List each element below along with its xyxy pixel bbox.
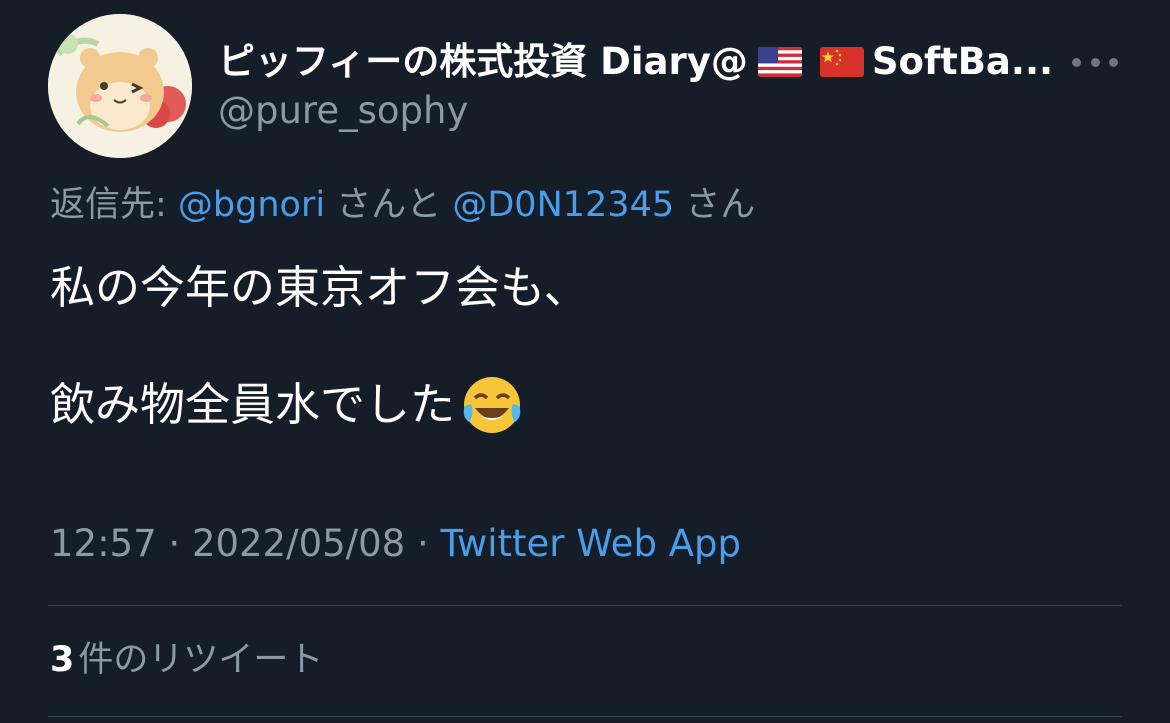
hamster-avatar-icon: [48, 14, 192, 158]
dot: [1072, 57, 1081, 67]
retweet-label: 件のリツイート: [78, 640, 324, 680]
retweet-count: 3: [50, 640, 75, 680]
display-name[interactable]: ピッフィーの株式投資 Diary@ SoftBa...: [218, 36, 1058, 88]
reply-user-link-d0n12345[interactable]: @D0N12345: [452, 185, 674, 225]
meta-separator: ·: [156, 522, 192, 565]
divider: [48, 605, 1122, 606]
china-flag-icon: [819, 47, 864, 77]
more-options-icon[interactable]: [1072, 48, 1118, 76]
reply-suffix: さん: [674, 185, 756, 225]
user-handle[interactable]: @pure_sophy: [218, 88, 468, 134]
display-name-suffix: SoftBa...: [871, 40, 1054, 83]
face-with-tears-of-joy-icon: [459, 372, 525, 438]
tweet-detail: ピッフィーの株式投資 Diary@ SoftBa... @pure_sophy …: [0, 0, 1170, 723]
us-flag-icon: [757, 47, 802, 77]
divider: [48, 716, 1122, 717]
tweet-time[interactable]: 12:57: [50, 522, 157, 565]
tweet-date[interactable]: 2022/05/08: [192, 522, 405, 565]
reply-prefix: 返信先:: [50, 185, 178, 225]
display-name-text: ピッフィーの株式投資 Diary@: [218, 40, 748, 83]
tweet-text-line-1: 私の今年の東京オフ会も、: [50, 261, 589, 314]
reply-joiner: さんと: [325, 185, 453, 225]
tweet-source-link[interactable]: Twitter Web App: [441, 522, 741, 565]
dot: [1090, 57, 1100, 67]
tweet-metadata: 12:57 · 2022/05/08 · Twitter Web App: [50, 518, 741, 570]
retweet-count-link[interactable]: 3 件のリツイート: [50, 636, 323, 684]
avatar[interactable]: [48, 14, 192, 158]
dot: [1109, 57, 1118, 67]
reply-context: 返信先: @bgnori さんと @D0N12345 さん: [50, 182, 755, 228]
reply-user-link-bgnori[interactable]: @bgnori: [178, 185, 325, 225]
meta-separator: ·: [405, 522, 441, 565]
tweet-text-line-2: 飲み物全員水でした: [50, 372, 525, 438]
tweet-text-line-2-text: 飲み物全員水でした: [50, 378, 456, 431]
